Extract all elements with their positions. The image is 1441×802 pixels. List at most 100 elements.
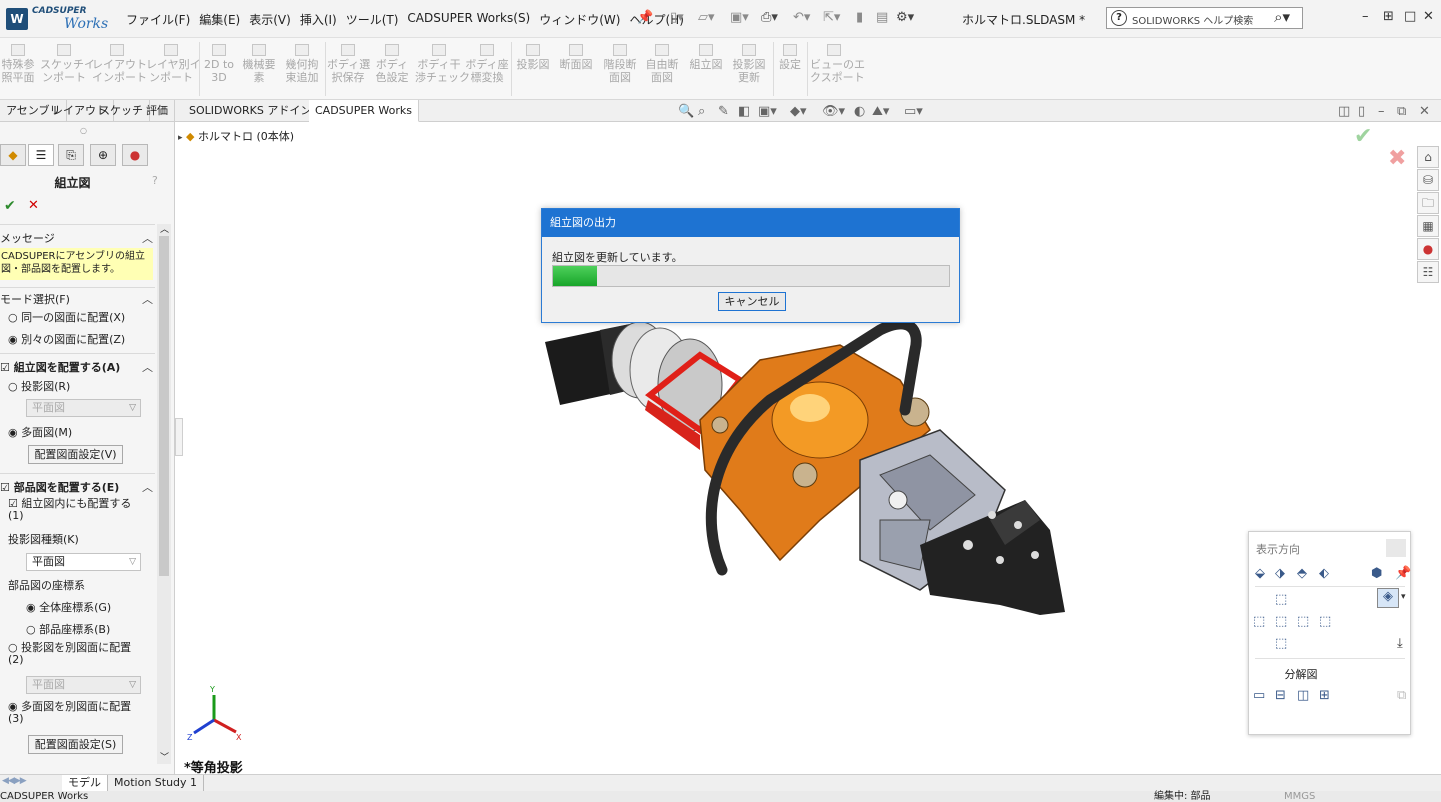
confirm-cancel-x-icon[interactable]: ✖ <box>1388 146 1406 171</box>
print-icon[interactable]: ⎙▾ <box>761 10 778 25</box>
radio-multi-view[interactable]: ◉ 多面図(M) <box>8 424 72 440</box>
ok-check-icon[interactable]: ✔ <box>4 198 16 214</box>
menu-window[interactable]: ウィンドウ(W) <box>539 11 620 28</box>
property-manager-tab-icon[interactable]: ☰ <box>28 144 54 166</box>
hide-show-icon[interactable]: 👁▾ <box>822 104 845 119</box>
tab-motion-study[interactable]: Motion Study 1 <box>108 775 205 792</box>
save-icon[interactable]: ▣▾ <box>730 10 749 25</box>
cmd-sketch-import[interactable]: スケッチイ ンポート <box>40 44 95 84</box>
cmd-body-save[interactable]: ボディ選 択保存 <box>327 44 370 84</box>
zoom-to-fit-icon[interactable]: 🔍 <box>678 104 694 119</box>
appearances-icon[interactable]: ● <box>1417 238 1439 260</box>
normal-to-icon[interactable]: ⤓ <box>1397 636 1403 651</box>
rebuild-icon[interactable]: ▮ <box>856 10 863 25</box>
cmd-assembly-drawing[interactable]: 組立図 <box>686 44 726 71</box>
top-view-icon[interactable]: ⬚ <box>1275 592 1287 607</box>
view-palette-icon[interactable]: ▦ <box>1417 215 1439 237</box>
cadsuper-works-logo[interactable]: W CADSUPER Works <box>6 6 110 34</box>
new-document-icon[interactable]: ▯▾ <box>670 10 684 25</box>
cmd-special-ref-plane[interactable]: 特殊参 照平面 <box>0 44 36 84</box>
parts-drawing-checkbox[interactable]: ☑ 部品図を配置する(E) <box>0 479 119 495</box>
viewport-minimize-icon[interactable]: – <box>1378 104 1385 119</box>
cmd-section[interactable]: 断面図 <box>556 44 596 71</box>
projection-type-select[interactable]: 平面図 ▽ <box>26 553 141 571</box>
collapse-handle-icon[interactable]: ○ <box>80 126 87 135</box>
menu-edit[interactable]: 編集(E) <box>199 11 240 28</box>
layout-setting-s-button[interactable]: 配置図面設定(S) <box>28 735 123 754</box>
message-header[interactable]: メッセージ <box>0 230 55 246</box>
tab-navigation-arrows-icon[interactable]: ◀◀▶▶ <box>2 776 27 786</box>
tab-model[interactable]: モデル <box>62 775 108 792</box>
link-views-icon[interactable]: ⬢ <box>1371 566 1382 581</box>
isometric-view-icon[interactable]: ◈ <box>1377 588 1399 608</box>
cmd-body-coordinate[interactable]: ボディ座 標変換 <box>465 44 509 84</box>
pin-palette-icon[interactable]: 📌 <box>1395 566 1411 581</box>
dimxpert-tab-icon[interactable]: ⊕ <box>90 144 116 166</box>
menu-view[interactable]: 表示(V) <box>249 11 291 28</box>
dialog-cancel-button[interactable]: キャンセル <box>718 292 786 311</box>
projection-other-select[interactable]: 平面図 ▽ <box>26 676 141 694</box>
appearance-icon[interactable]: ◐ <box>854 104 865 119</box>
restore-icon[interactable]: ⊞ <box>1383 9 1394 24</box>
single-view-icon[interactable]: ▭ <box>1253 688 1265 703</box>
radio-part-coord[interactable]: ○ 部品座標系(B) <box>26 621 110 637</box>
custom-properties-icon[interactable]: ☷ <box>1417 261 1439 283</box>
viewport-restore-icon[interactable]: ⧉ <box>1397 104 1406 119</box>
file-properties-icon[interactable]: ▤ <box>876 10 888 25</box>
cancel-x-icon[interactable]: ✕ <box>28 198 39 213</box>
previous-view-icon[interactable]: ✎ <box>718 104 729 119</box>
cmd-2d-to-3d[interactable]: 2D to 3D <box>202 44 236 84</box>
cmd-step-section[interactable]: 階段断 面図 <box>600 44 640 84</box>
confirm-ok-check-icon[interactable]: ✔ <box>1354 124 1372 149</box>
close-icon[interactable]: ✕ <box>1423 9 1434 24</box>
window-split-icon[interactable]: ▯ <box>1358 104 1365 119</box>
panel-splitter-handle[interactable] <box>175 418 183 456</box>
assembly-drawing-checkbox[interactable]: ☑ 組立図を配置する(A) <box>0 359 120 375</box>
scroll-down-icon[interactable]: ﹀ <box>160 750 169 763</box>
search-icon[interactable]: ⌕▾ <box>1274 8 1290 26</box>
chevron-down-icon[interactable]: ▾ <box>1401 592 1406 602</box>
design-library-icon[interactable]: ⛁ <box>1417 169 1439 191</box>
menu-tools[interactable]: ツール(T) <box>346 11 399 28</box>
status-units[interactable]: MMGS <box>1284 791 1315 802</box>
viewport-close-icon[interactable]: ✕ <box>1419 104 1430 119</box>
view-palette-close[interactable] <box>1386 539 1406 557</box>
radio-separate-drawing[interactable]: ◉ 別々の図面に配置(Z) <box>8 331 125 347</box>
two-view-horizontal-icon[interactable]: ⊟ <box>1275 688 1286 703</box>
help-icon[interactable]: ? <box>152 174 158 187</box>
view-selector-2-icon[interactable]: ⬗ <box>1275 566 1285 581</box>
feature-manager-tab-icon[interactable]: ◆ <box>0 144 26 166</box>
new-view-icon[interactable]: ⬘ <box>1297 566 1307 581</box>
scroll-thumb[interactable] <box>159 236 169 576</box>
radio-global-coord[interactable]: ◉ 全体座標系(G) <box>26 599 111 615</box>
menu-insert[interactable]: 挿入(I) <box>300 11 337 28</box>
cmd-free-section[interactable]: 自由断 面図 <box>642 44 682 84</box>
section-view-icon[interactable]: ◧ <box>738 104 750 119</box>
minimize-icon[interactable]: – <box>1362 9 1369 24</box>
cmd-settings[interactable]: 設定 <box>776 44 804 71</box>
open-icon[interactable]: ▱▾ <box>698 10 715 25</box>
also-in-assembly-checkbox[interactable]: ☑ 組立図内にも配置する(1) <box>8 498 138 522</box>
back-view-icon[interactable]: ⬚ <box>1319 614 1331 629</box>
feature-tree-root[interactable]: ▸ ◆ ホルマトロ (0本体) <box>178 128 294 144</box>
tab-cadsuper-works[interactable]: CADSUPER Works <box>309 100 420 122</box>
cmd-machine-element[interactable]: 機械要素 <box>240 44 278 84</box>
mode-header[interactable]: モード選択(F) <box>0 291 70 307</box>
view-orientation-icon[interactable]: ▣▾ <box>758 104 777 119</box>
display-style-icon[interactable]: ◆▾ <box>790 104 807 119</box>
property-manager-scrollbar[interactable]: ︿ ﹀ <box>157 224 171 764</box>
right-view-icon[interactable]: ⬚ <box>1297 614 1309 629</box>
cmd-projection[interactable]: 投影図 <box>514 44 552 71</box>
menu-cadsuper-works[interactable]: CADSUPER Works(S) <box>407 11 530 28</box>
undo-icon[interactable]: ↶▾ <box>793 10 810 25</box>
cmd-layout-import[interactable]: レイアウト インポート <box>92 44 147 84</box>
scene-icon[interactable]: ⛰▾ <box>872 104 889 119</box>
radio-multi-other[interactable]: ◉ 多面図を別図面に配置(3) <box>8 701 143 725</box>
window-tile-icon[interactable]: ◫ <box>1338 104 1350 119</box>
cmd-layer-import[interactable]: レイヤ別イ ンポート <box>146 44 201 84</box>
bottom-view-icon[interactable]: ⬚ <box>1275 636 1287 651</box>
configuration-manager-tab-icon[interactable]: ⎘ <box>58 144 84 166</box>
front-view-icon[interactable]: ⬚ <box>1275 614 1287 629</box>
layout-setting-v-button[interactable]: 配置図面設定(V) <box>28 445 123 464</box>
file-explorer-icon[interactable]: 🗀 <box>1417 192 1439 214</box>
